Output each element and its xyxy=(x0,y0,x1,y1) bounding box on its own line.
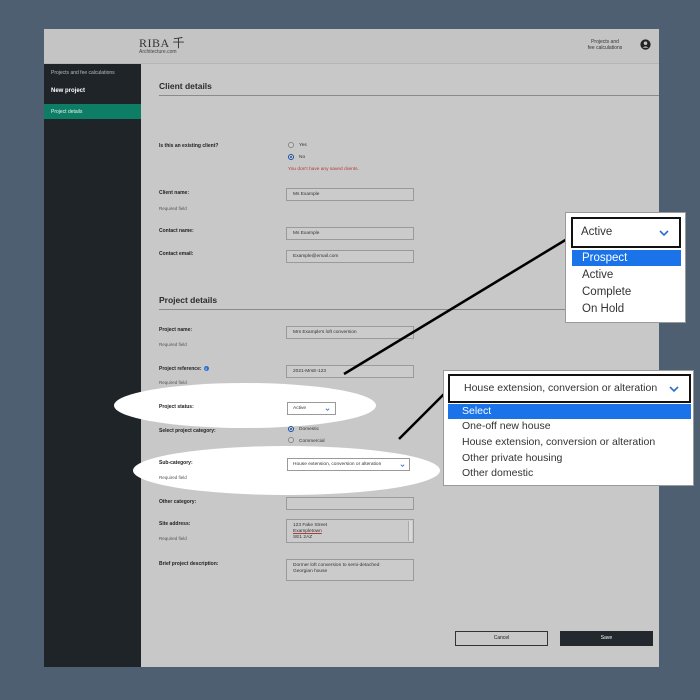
status-option-prospect[interactable]: Prospect xyxy=(572,250,681,266)
status-option-on-hold[interactable]: On Hold xyxy=(572,301,624,317)
status-dropdown-selected: Active xyxy=(581,226,613,238)
status-option-active[interactable]: Active xyxy=(572,267,613,283)
subcategory-dropdown-callout: House extension, conversion or alteratio… xyxy=(443,370,694,486)
subcategory-dropdown-selected: House extension, conversion or alteratio… xyxy=(464,382,658,394)
subcategory-option-select[interactable]: Select xyxy=(448,404,691,419)
subcategory-option-private-housing[interactable]: Other private housing xyxy=(448,451,562,466)
status-dropdown-callout: Active Prospect Active Complete On Hold xyxy=(565,212,686,323)
chevron-down-icon xyxy=(659,230,669,237)
status-option-complete[interactable]: Complete xyxy=(572,284,631,300)
status-dropdown-header[interactable]: Active xyxy=(571,217,681,248)
subcategory-option-other-domestic[interactable]: Other domestic xyxy=(448,466,533,481)
subcategory-option-extension[interactable]: House extension, conversion or alteratio… xyxy=(448,435,655,450)
status-callout-line xyxy=(343,234,573,376)
subcategory-option-new-house[interactable]: One-off new house xyxy=(448,419,551,434)
subcategory-dropdown-header[interactable]: House extension, conversion or alteratio… xyxy=(448,374,691,403)
chevron-down-icon xyxy=(669,386,679,393)
callout-connectors xyxy=(343,234,573,440)
